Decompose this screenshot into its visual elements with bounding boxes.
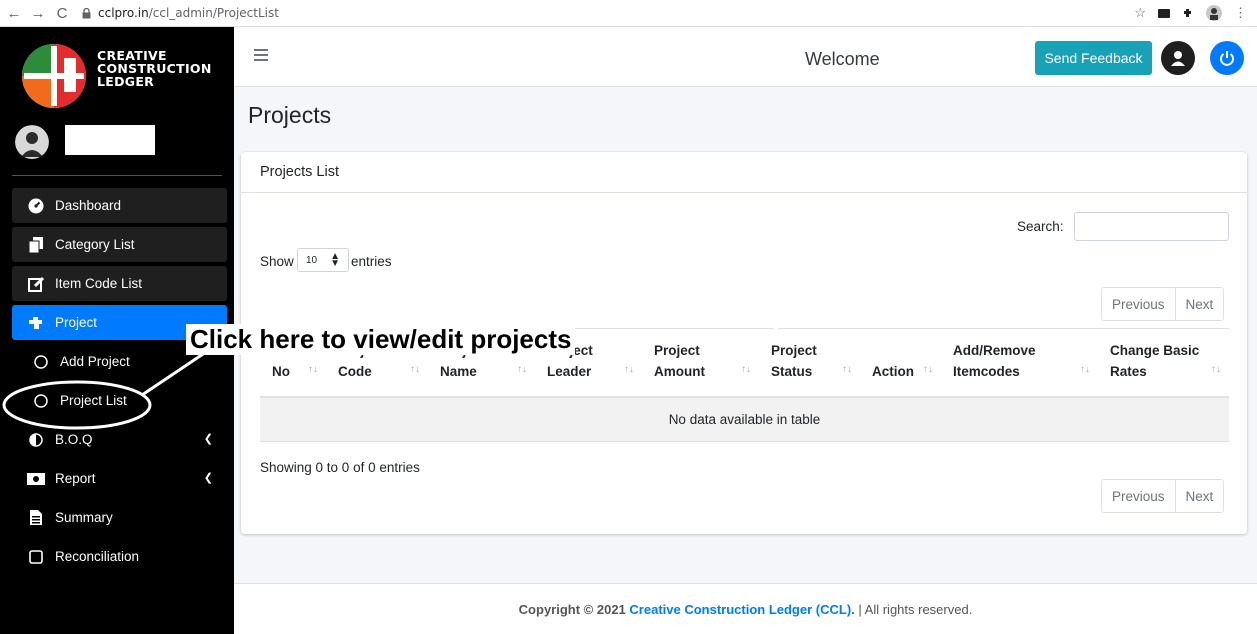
sidebar-item-project-list[interactable]: Project List (12, 383, 227, 418)
welcome-text: Welcome (805, 49, 880, 69)
chevron-left-icon: ❮ (203, 472, 213, 484)
sidebar-item-reconciliation[interactable]: Reconciliation (12, 539, 227, 574)
pagination-top: Previous Next (1101, 287, 1225, 321)
column-action[interactable]: Action ↑↓ (860, 328, 941, 398)
sidebar-item-report[interactable]: Report ❮ (12, 461, 227, 496)
show-label: Show (260, 254, 294, 269)
sidebar-item-dashboard[interactable]: Dashboard (12, 188, 227, 223)
profile-button[interactable] (1161, 41, 1195, 75)
edit-icon (27, 276, 45, 292)
copy-icon (27, 236, 45, 253)
table-row: No data available in table (260, 396, 1229, 442)
sidebar-item-label: Dashboard (55, 198, 122, 213)
next-button[interactable]: Next (1174, 480, 1224, 512)
sidebar-item-label: Category List (55, 237, 135, 252)
half-circle-icon (27, 432, 45, 448)
sort-icon: ↑↓ (741, 363, 751, 375)
user-avatar[interactable] (15, 125, 49, 159)
sort-icon: ↑↓ (624, 363, 634, 375)
annotation-label: Click here to view/edit projects (186, 324, 576, 355)
logout-button[interactable] (1210, 41, 1244, 75)
sidebar-item-label: Reconciliation (55, 549, 140, 564)
hamburger-icon[interactable] (254, 49, 268, 63)
sidebar-item-label: Add Project (60, 354, 130, 369)
sidebar-item-boq[interactable]: B.O.Q ❮ (12, 422, 227, 457)
sidebar-item-label: Report (55, 471, 96, 486)
sidebar-item-label: Item Code List (55, 276, 143, 291)
brand[interactable]: CREATIVE CONSTRUCTION LEDGER (0, 27, 234, 115)
url-text: cclpro.in/ccl_admin/ProjectList (98, 6, 279, 20)
send-feedback-button[interactable]: Send Feedback (1035, 41, 1152, 75)
chevron-left-icon: ❮ (203, 433, 213, 445)
entries-label: entries (351, 254, 392, 269)
previous-button[interactable]: Previous (1102, 480, 1175, 512)
select-caret-icon: ▲ ▼ (330, 251, 340, 269)
entries-select[interactable]: 10 ▲ ▼ (297, 248, 349, 272)
sidebar-item-label: B.O.Q (55, 432, 93, 447)
sort-icon: ↑↓ (517, 363, 527, 375)
footer-link[interactable]: Creative Construction Ledger (CCL). (629, 602, 854, 617)
puzzle-extension-icon[interactable] (1182, 7, 1194, 19)
star-icon[interactable]: ☆ (1134, 5, 1146, 21)
user-icon (1171, 51, 1185, 66)
square-icon (27, 549, 45, 565)
column-project-amount[interactable]: Project Amount ↑↓ (642, 328, 759, 398)
reload-icon[interactable]: C (52, 3, 72, 23)
user-name[interactable] (65, 125, 155, 155)
sidebar-item-category-list[interactable]: Category List (12, 227, 227, 262)
sidebar-menu: Dashboard Category List Item Code List P… (12, 188, 227, 578)
sidebar-item-label: Project (55, 315, 98, 330)
sort-icon: ↑↓ (308, 363, 318, 375)
lock-icon (80, 7, 92, 19)
footer: Copyright © 2021 Creative Construction L… (234, 583, 1257, 634)
empty-table-message: No data available in table (260, 396, 1229, 442)
puzzle-icon (27, 315, 45, 331)
card-title: Projects List (260, 164, 339, 180)
column-change-basic-rates[interactable]: Change Basic Rates ↑↓ (1098, 328, 1229, 398)
sidebar-divider (12, 175, 222, 176)
sidebar-item-summary[interactable]: Summary (12, 500, 227, 535)
file-icon (27, 510, 45, 526)
previous-button[interactable]: Previous (1102, 288, 1175, 320)
kebab-menu-icon[interactable]: ⋮ (1234, 5, 1247, 21)
next-button[interactable]: Next (1174, 288, 1224, 320)
search-input[interactable] (1074, 212, 1229, 241)
sidebar-item-label: Summary (55, 510, 113, 525)
showing-info: Showing 0 to 0 of 0 entries (260, 460, 420, 475)
sidebar-item-label: Project List (60, 393, 127, 408)
address-bar[interactable]: cclpro.in/ccl_admin/ProjectList (80, 2, 1134, 24)
entries-select-value: 10 (306, 254, 318, 266)
top-navbar: Welcome Send Feedback (234, 27, 1257, 87)
brand-name: CREATIVE CONSTRUCTION LEDGER (97, 48, 212, 89)
extension-icon[interactable] (1158, 8, 1170, 18)
circle-icon (32, 354, 50, 370)
column-add-remove-itemcodes[interactable]: Add/Remove Itemcodes ↑↓ (941, 328, 1098, 398)
copyright-text: Copyright © 2021 (518, 601, 626, 617)
profile-avatar-icon[interactable] (1206, 5, 1222, 21)
forward-icon[interactable]: → (28, 3, 48, 23)
sort-icon: ↑↓ (842, 363, 852, 375)
sort-icon: ↑↓ (1211, 363, 1221, 375)
sort-icon: ↑↓ (410, 363, 420, 375)
brand-logo (22, 44, 86, 108)
sidebar-item-item-code-list[interactable]: Item Code List (12, 266, 227, 301)
pagination-bottom: Previous Next (1101, 479, 1225, 513)
circle-icon (32, 393, 50, 409)
footer-suffix: | All rights reserved. (858, 601, 973, 617)
user-panel (0, 119, 234, 179)
search-label: Search: (1017, 219, 1064, 234)
browser-toolbar: ← → C cclpro.in/ccl_admin/ProjectList ☆ … (0, 0, 1257, 27)
sort-icon: ↑↓ (923, 363, 933, 375)
money-icon (27, 471, 45, 487)
dashboard-icon (27, 198, 45, 214)
power-icon (1220, 51, 1234, 66)
column-project-status[interactable]: Project Status ↑↓ (759, 328, 860, 398)
card-header: Projects List (241, 152, 1247, 193)
page-title: Projects (248, 102, 332, 128)
sort-icon: ↑↓ (1080, 363, 1090, 375)
back-icon[interactable]: ← (4, 3, 24, 23)
